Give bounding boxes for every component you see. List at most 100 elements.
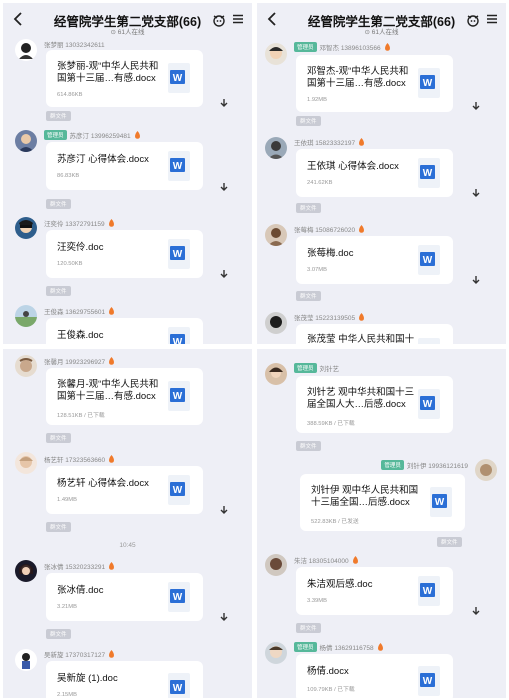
word-doc-icon: W <box>168 239 190 269</box>
bot-icon[interactable] <box>466 13 480 27</box>
file-card[interactable]: 张莓梅.doc 3.07MB W <box>296 236 453 284</box>
download-icon[interactable] <box>218 504 230 516</box>
avatar[interactable] <box>265 43 287 65</box>
sender-name: 管理员 刘针艺 <box>294 363 339 373</box>
word-doc-icon: W <box>168 475 190 505</box>
flame-icon <box>377 643 383 651</box>
file-card[interactable]: 张茂莹 中华人民共和国十 W <box>296 324 453 344</box>
sender-name: 张馨月 19923296927 <box>44 356 115 366</box>
svg-text:W: W <box>173 592 183 603</box>
bot-icon[interactable] <box>212 13 226 27</box>
avatar[interactable] <box>15 560 37 582</box>
word-doc-icon: W <box>168 673 190 698</box>
file-name: 杨倩.docx <box>307 666 349 677</box>
menu-icon[interactable] <box>486 13 498 25</box>
svg-text:W: W <box>173 485 183 496</box>
file-size: 1.49MB <box>57 497 77 503</box>
avatar[interactable] <box>15 130 37 152</box>
sender-name: 王依琪 15823332197 <box>294 137 365 147</box>
svg-text:W: W <box>423 255 433 266</box>
download-icon[interactable] <box>470 274 482 286</box>
avatar[interactable] <box>265 363 287 385</box>
file-card[interactable]: 汪奕伶.doc 120.50KB W <box>46 230 203 278</box>
group-file-tag: 群文件 <box>46 629 71 639</box>
download-icon[interactable] <box>470 605 482 617</box>
file-card[interactable]: 王依琪 心得体会.docx 241.62KB W <box>296 149 453 197</box>
avatar[interactable] <box>15 39 37 61</box>
download-icon[interactable] <box>470 100 482 112</box>
file-name: 王俊森.doc <box>57 330 104 341</box>
flame-icon <box>384 43 390 51</box>
file-size: 2.15MB <box>57 692 77 698</box>
svg-text:W: W <box>423 586 433 597</box>
svg-text:W: W <box>435 497 445 508</box>
group-file-tag: 群文件 <box>296 116 321 126</box>
svg-text:W: W <box>173 391 183 402</box>
sender-name: 管理员 刘针伊 19936121619 <box>381 460 468 470</box>
file-card[interactable]: 杨倩.docx 109.79KB / 已下载 W <box>296 654 453 698</box>
avatar[interactable] <box>265 137 287 159</box>
file-card[interactable]: 张馨月-观“中华人民共和国第十三届…有感.docx 128.51KB / 已下载… <box>46 368 203 425</box>
avatar[interactable] <box>15 452 37 474</box>
file-name: 吴新旋 (1).doc <box>57 673 118 684</box>
word-doc-icon: W <box>418 389 440 419</box>
word-doc-icon: W <box>168 582 190 612</box>
group-file-tag: 群文件 <box>46 111 71 121</box>
file-card[interactable]: 邓智杰-观“中华人民共和国第十三届…有感.docx 1.92MB W <box>296 55 453 112</box>
admin-badge: 管理员 <box>294 42 317 52</box>
svg-text:W: W <box>173 161 183 172</box>
chat-panel-2: 经管院学生第二党支部(66) ⊙ 61人在线 管理员 邓智杰 1389610356… <box>257 3 506 344</box>
flame-icon <box>109 562 115 570</box>
sender-name: 管理员 邓智杰 13896103566 <box>294 42 391 52</box>
file-size: 128.51KB / 已下载 <box>57 413 105 419</box>
svg-text:W: W <box>423 78 433 89</box>
download-icon[interactable] <box>470 187 482 199</box>
download-icon[interactable] <box>218 611 230 623</box>
svg-text:W: W <box>173 249 183 260</box>
avatar[interactable] <box>15 649 37 671</box>
file-card[interactable]: 朱洁观后感.doc 3.39MB W <box>296 567 453 615</box>
admin-badge: 管理员 <box>294 363 317 373</box>
download-icon[interactable] <box>218 181 230 193</box>
group-file-tag: 群文件 <box>46 199 71 209</box>
download-icon[interactable] <box>218 97 230 109</box>
file-size: 241.62KB <box>307 180 333 186</box>
group-file-tag: 群文件 <box>46 433 71 443</box>
group-file-tag: 群文件 <box>296 291 321 301</box>
file-card[interactable]: 王俊森.doc W <box>46 318 203 344</box>
flame-icon <box>359 313 365 321</box>
avatar[interactable] <box>15 305 37 327</box>
file-card[interactable]: 刘针艺 观中华共和国十三届全国人大…后感.docx 388.59KB / 已下载… <box>296 376 453 433</box>
avatar[interactable] <box>265 312 287 334</box>
file-card[interactable]: 张梦丽-观“中华人民共和国第十三届…有感.docx 614.86KB W <box>46 50 203 107</box>
file-card[interactable]: 杨艺轩 心得体会.docx 1.49MB W <box>46 466 203 514</box>
group-file-tag: 群文件 <box>296 441 321 451</box>
avatar[interactable] <box>15 217 37 239</box>
avatar[interactable] <box>265 224 287 246</box>
group-file-tag: 群文件 <box>296 203 321 213</box>
avatar[interactable] <box>15 355 37 377</box>
file-card[interactable]: 苏彦汀 心得体会.docx 86.83KB W <box>46 142 203 190</box>
svg-text:W: W <box>423 399 433 410</box>
file-card[interactable]: 张冰倩.doc 3.21MB W <box>46 573 203 621</box>
file-card[interactable]: 吴新旋 (1).doc 2.15MB W <box>46 661 203 698</box>
admin-badge: 管理员 <box>44 130 67 140</box>
avatar[interactable] <box>265 642 287 664</box>
flame-icon <box>109 650 115 658</box>
file-name: 张梦丽-观“中华人民共和国第十三届…有感.docx <box>57 61 159 84</box>
file-size: 120.50KB <box>57 261 83 267</box>
sender-name: 吴新旋 17370317127 <box>44 649 115 659</box>
file-name: 王依琪 心得体会.docx <box>307 161 399 172</box>
sender-name: 张茂莹 15223139505 <box>294 312 365 322</box>
avatar[interactable] <box>475 459 497 481</box>
file-card[interactable]: 刘针伊 观中华人民共和国十三届全国…后感.docx 522.83KB / 已发送… <box>300 474 465 531</box>
svg-text:W: W <box>173 337 183 344</box>
avatar[interactable] <box>265 554 287 576</box>
word-doc-icon: W <box>168 63 190 93</box>
svg-text:W: W <box>423 676 433 687</box>
flame-icon <box>134 131 140 139</box>
word-doc-icon: W <box>418 158 440 188</box>
menu-icon[interactable] <box>232 13 244 25</box>
download-icon[interactable] <box>218 268 230 280</box>
chat-header: 经管院学生第二党支部(66) ⊙ 61人在线 <box>257 3 506 37</box>
